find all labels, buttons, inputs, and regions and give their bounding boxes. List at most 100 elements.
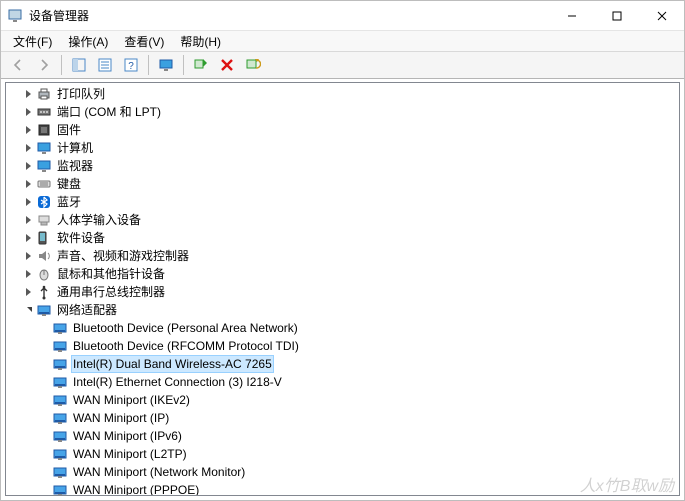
menu-action[interactable]: 操作(A) — [60, 31, 116, 52]
network-adapter-icon — [52, 320, 68, 336]
network-adapter-icon — [52, 374, 68, 390]
device-category[interactable]: 键盘 — [6, 175, 679, 193]
module-button[interactable] — [67, 54, 91, 76]
toolbar-separator — [183, 55, 184, 75]
device-category-label: 软件设备 — [55, 229, 107, 247]
help-button[interactable]: ? — [119, 54, 143, 76]
device-item[interactable]: WAN Miniport (PPPOE) — [6, 481, 679, 496]
device-category-label: 蓝牙 — [55, 193, 83, 211]
expand-closed-icon[interactable] — [20, 103, 36, 121]
device-category[interactable]: 端口 (COM 和 LPT) — [6, 103, 679, 121]
device-tree: 打印队列端口 (COM 和 LPT)固件计算机监视器键盘蓝牙人体学输入设备软件设… — [6, 83, 679, 496]
expand-closed-icon[interactable] — [20, 229, 36, 247]
device-category-label: 声音、视频和游戏控制器 — [55, 247, 191, 265]
device-category[interactable]: 人体学输入设备 — [6, 211, 679, 229]
close-button[interactable] — [639, 1, 684, 30]
forward-button[interactable] — [32, 54, 56, 76]
printer-icon — [36, 86, 52, 102]
software-icon — [36, 230, 52, 246]
mouse-icon — [36, 266, 52, 282]
enable-button[interactable] — [189, 54, 213, 76]
device-category-label: 键盘 — [55, 175, 83, 193]
device-category[interactable]: 软件设备 — [6, 229, 679, 247]
firmware-icon — [36, 122, 52, 138]
device-item[interactable]: WAN Miniport (IKEv2) — [6, 391, 679, 409]
device-item-label: WAN Miniport (PPPOE) — [71, 481, 201, 496]
device-item-label: WAN Miniport (IPv6) — [71, 427, 184, 445]
device-category-label: 人体学输入设备 — [55, 211, 143, 229]
port-icon — [36, 104, 52, 120]
menu-file[interactable]: 文件(F) — [5, 31, 60, 52]
toolbar: ? — [1, 51, 684, 79]
network-adapter-icon — [52, 446, 68, 462]
titlebar: 设备管理器 — [1, 1, 684, 31]
menu-help[interactable]: 帮助(H) — [172, 31, 229, 52]
expand-closed-icon[interactable] — [20, 247, 36, 265]
device-category[interactable]: 固件 — [6, 121, 679, 139]
device-category-label: 端口 (COM 和 LPT) — [55, 103, 163, 121]
device-category-label: 鼠标和其他指针设备 — [55, 265, 167, 283]
keyboard-icon — [36, 176, 52, 192]
expand-closed-icon[interactable] — [20, 283, 36, 301]
back-button[interactable] — [6, 54, 30, 76]
device-category[interactable]: 网络适配器 — [6, 301, 679, 319]
device-category-label: 计算机 — [55, 139, 95, 157]
expand-closed-icon[interactable] — [20, 85, 36, 103]
menu-view[interactable]: 查看(V) — [116, 31, 172, 52]
toolbar-separator — [148, 55, 149, 75]
expand-closed-icon[interactable] — [20, 265, 36, 283]
monitor-button[interactable] — [154, 54, 178, 76]
device-item[interactable]: Intel(R) Ethernet Connection (3) I218-V — [6, 373, 679, 391]
device-item[interactable]: WAN Miniport (Network Monitor) — [6, 463, 679, 481]
maximize-button[interactable] — [594, 1, 639, 30]
device-item-label: Bluetooth Device (RFCOMM Protocol TDI) — [71, 337, 301, 355]
device-tree-container[interactable]: 打印队列端口 (COM 和 LPT)固件计算机监视器键盘蓝牙人体学输入设备软件设… — [5, 82, 680, 496]
scan-button[interactable] — [241, 54, 265, 76]
expand-closed-icon[interactable] — [20, 193, 36, 211]
device-item[interactable]: WAN Miniport (IPv6) — [6, 427, 679, 445]
device-item[interactable]: Intel(R) Dual Band Wireless-AC 7265 — [6, 355, 679, 373]
minimize-button[interactable] — [549, 1, 594, 30]
window-controls — [549, 1, 684, 30]
network-adapter-icon — [52, 410, 68, 426]
network-adapter-icon — [52, 392, 68, 408]
monitor-icon — [36, 158, 52, 174]
device-category[interactable]: 蓝牙 — [6, 193, 679, 211]
device-category[interactable]: 鼠标和其他指针设备 — [6, 265, 679, 283]
network-adapter-icon — [52, 338, 68, 354]
expand-open-icon[interactable] — [20, 301, 36, 319]
device-category[interactable]: 打印队列 — [6, 85, 679, 103]
device-item-label: Intel(R) Ethernet Connection (3) I218-V — [71, 373, 284, 391]
expand-closed-icon[interactable] — [20, 175, 36, 193]
device-category-label: 打印队列 — [55, 85, 107, 103]
network-adapter-icon — [52, 356, 68, 372]
network-icon — [36, 302, 52, 318]
expand-closed-icon[interactable] — [20, 139, 36, 157]
properties-button[interactable] — [93, 54, 117, 76]
device-category-label: 固件 — [55, 121, 83, 139]
computer-icon — [36, 140, 52, 156]
toolbar-separator — [61, 55, 62, 75]
menubar: 文件(F) 操作(A) 查看(V) 帮助(H) — [1, 31, 684, 51]
device-item-label: WAN Miniport (L2TP) — [71, 445, 189, 463]
device-item[interactable]: Bluetooth Device (RFCOMM Protocol TDI) — [6, 337, 679, 355]
device-category[interactable]: 计算机 — [6, 139, 679, 157]
device-category[interactable]: 通用串行总线控制器 — [6, 283, 679, 301]
device-item[interactable]: WAN Miniport (IP) — [6, 409, 679, 427]
uninstall-button[interactable] — [215, 54, 239, 76]
device-category[interactable]: 监视器 — [6, 157, 679, 175]
device-item[interactable]: WAN Miniport (L2TP) — [6, 445, 679, 463]
device-item-label: WAN Miniport (Network Monitor) — [71, 463, 247, 481]
device-item[interactable]: Bluetooth Device (Personal Area Network) — [6, 319, 679, 337]
network-adapter-icon — [52, 428, 68, 444]
hid-icon — [36, 212, 52, 228]
device-category-label: 监视器 — [55, 157, 95, 175]
bluetooth-icon — [36, 194, 52, 210]
window-title: 设备管理器 — [29, 7, 549, 24]
network-adapter-icon — [52, 464, 68, 480]
expand-closed-icon[interactable] — [20, 121, 36, 139]
expand-closed-icon[interactable] — [20, 211, 36, 229]
expand-closed-icon[interactable] — [20, 157, 36, 175]
device-category[interactable]: 声音、视频和游戏控制器 — [6, 247, 679, 265]
sound-icon — [36, 248, 52, 264]
